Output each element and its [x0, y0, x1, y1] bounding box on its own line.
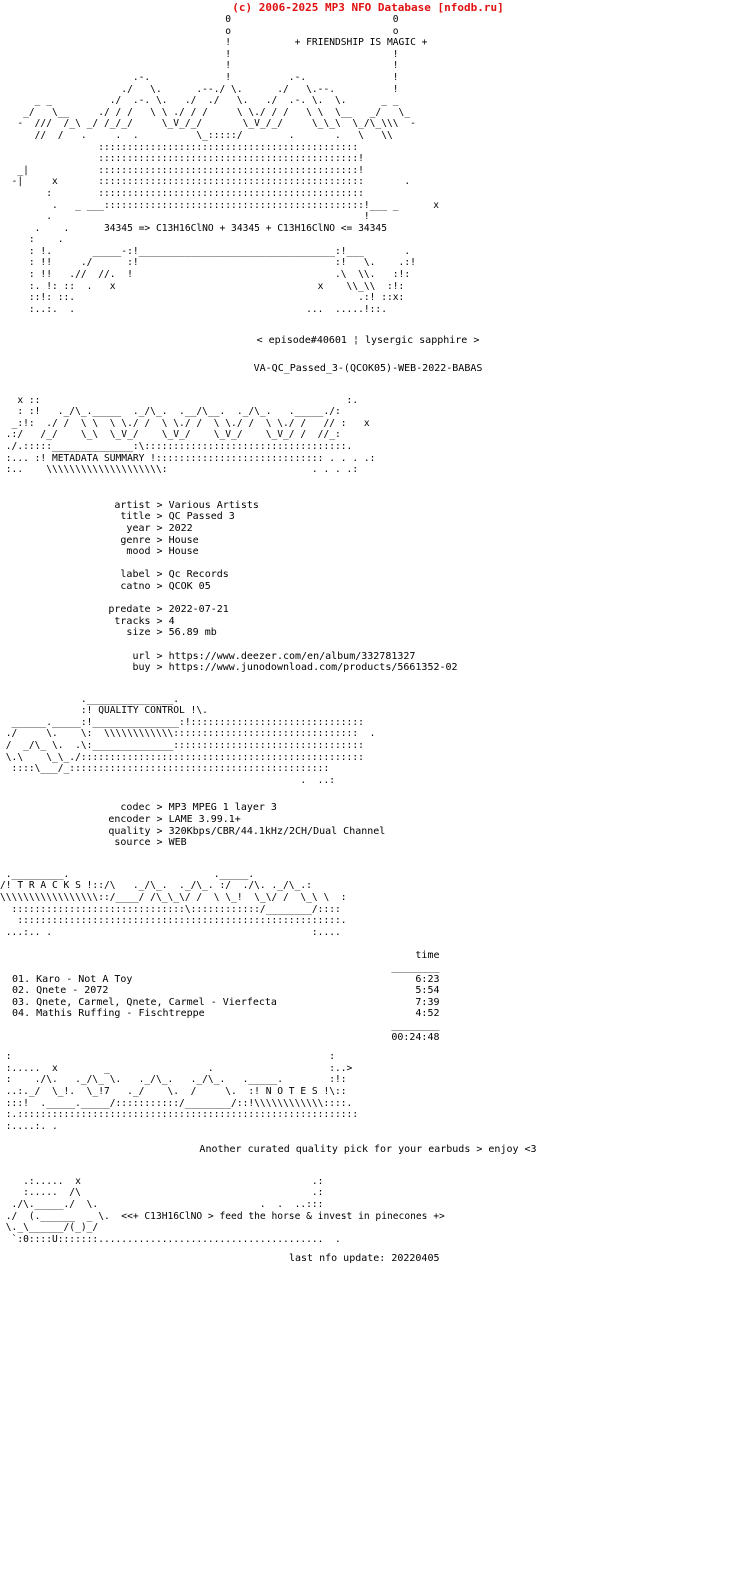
quality-heading-art: ._______________. :! QUALITY CONTROL !\.… [5, 693, 376, 786]
quality-fields: codec > MP3 MPEG 1 layer 3 encoder > LAM… [108, 802, 386, 849]
metadata-heading-art: x :: :. : :! ._/\_._____ ._/\_. .__/\__.… [5, 394, 376, 476]
notes-heading-art: : : :..... x _ . :..> : ./\. ._/\_ \. ._… [5, 1051, 359, 1132]
nfo-document: (c) 2006-2025 MP3 NFO Database [nfodb.ru… [0, 0, 736, 1265]
copyright-header: (c) 2006-2025 MP3 NFO Database [nfodb.ru… [232, 1, 504, 14]
metadata-fields: artist > Various Artists title > QC Pass… [108, 499, 458, 674]
last-nfo-update: last nfo update: 20220405 [0, 1253, 440, 1265]
logo-ascii-art: 0 0 o o ! + FRIENDSHIP IS MAGIC + ! ! ! … [11, 14, 439, 315]
episode-line: < episode#40601 ¦ lysergic sapphire > [256, 335, 480, 347]
notes-text: Another curated quality pick for your ea… [199, 1144, 537, 1156]
footer-art: .:..... x .: :..... /\ .: ./\._____./ \.… [5, 1175, 445, 1245]
tracks-heading-art: ._________. ._____. /! T R A C K S !::/\… [0, 868, 347, 938]
tracklist: time ________ 01. Karo - Not A Toy 6:23 … [12, 950, 440, 1043]
release-name: VA-QC_Passed_3-(QCOK05)-WEB-2022-BABAS [253, 363, 483, 375]
